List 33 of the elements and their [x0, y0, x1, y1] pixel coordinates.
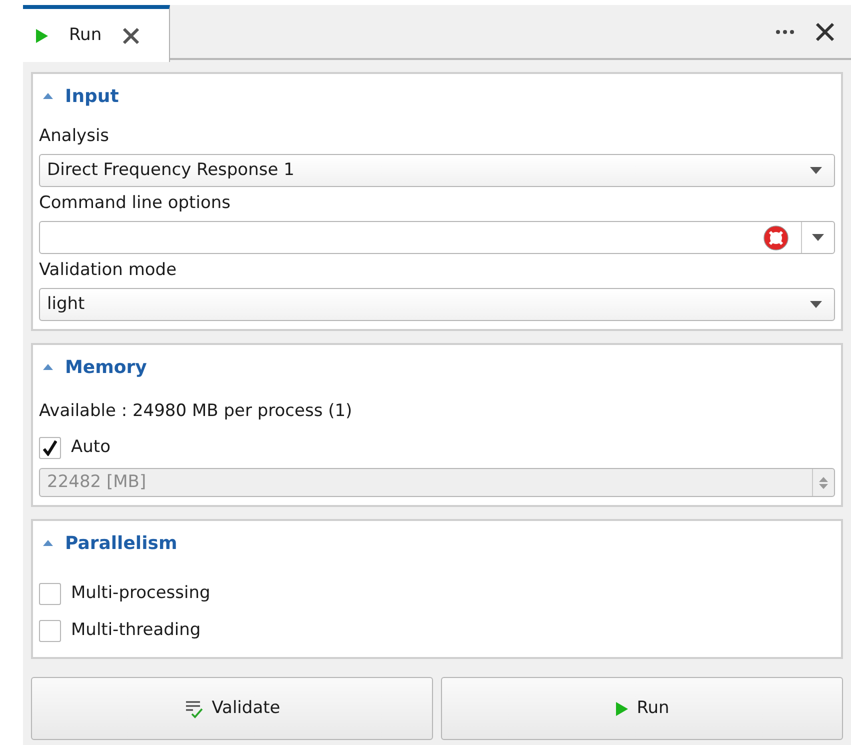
checklist-icon — [184, 698, 204, 718]
command-line-field[interactable] — [39, 221, 835, 254]
collapse-icon — [43, 93, 53, 99]
checkbox[interactable] — [39, 436, 61, 458]
caret-down-icon — [810, 167, 822, 174]
field-label: Command line options — [39, 192, 232, 216]
field-label: Available : 24980 MB per process (1) — [39, 400, 354, 424]
field-label: Analysis — [39, 125, 110, 148]
validate-button[interactable]: Validate — [31, 677, 433, 740]
play-icon — [614, 700, 629, 716]
close-icon[interactable] — [122, 26, 140, 44]
checkbox[interactable] — [39, 620, 61, 642]
section-header[interactable]: Input — [39, 74, 835, 118]
run-button[interactable]: Run — [441, 677, 843, 740]
caret-down-icon — [812, 234, 824, 241]
section-header[interactable]: Parallelism — [39, 521, 835, 565]
lifebuoy-icon[interactable] — [763, 224, 789, 250]
more-icon[interactable] — [775, 28, 795, 34]
checkmark-icon — [43, 440, 57, 456]
close-icon[interactable] — [815, 22, 835, 42]
collapse-icon — [43, 540, 53, 546]
checkbox-label: Multi-processing — [71, 582, 210, 605]
caret-down-icon — [810, 301, 822, 308]
checkbox-label: Auto — [71, 436, 110, 459]
dropdown[interactable]: Direct Frequency Response 1 — [39, 154, 835, 187]
field-label: Validation mode — [39, 259, 178, 282]
collapse-icon — [43, 364, 53, 370]
run-tab[interactable]: Run — [23, 5, 170, 62]
section-header[interactable]: Memory — [39, 345, 835, 389]
checkbox-label: Multi-threading — [71, 618, 201, 642]
checkbox[interactable] — [39, 582, 61, 604]
play-icon — [35, 28, 49, 44]
dropdown[interactable]: light — [39, 288, 835, 321]
